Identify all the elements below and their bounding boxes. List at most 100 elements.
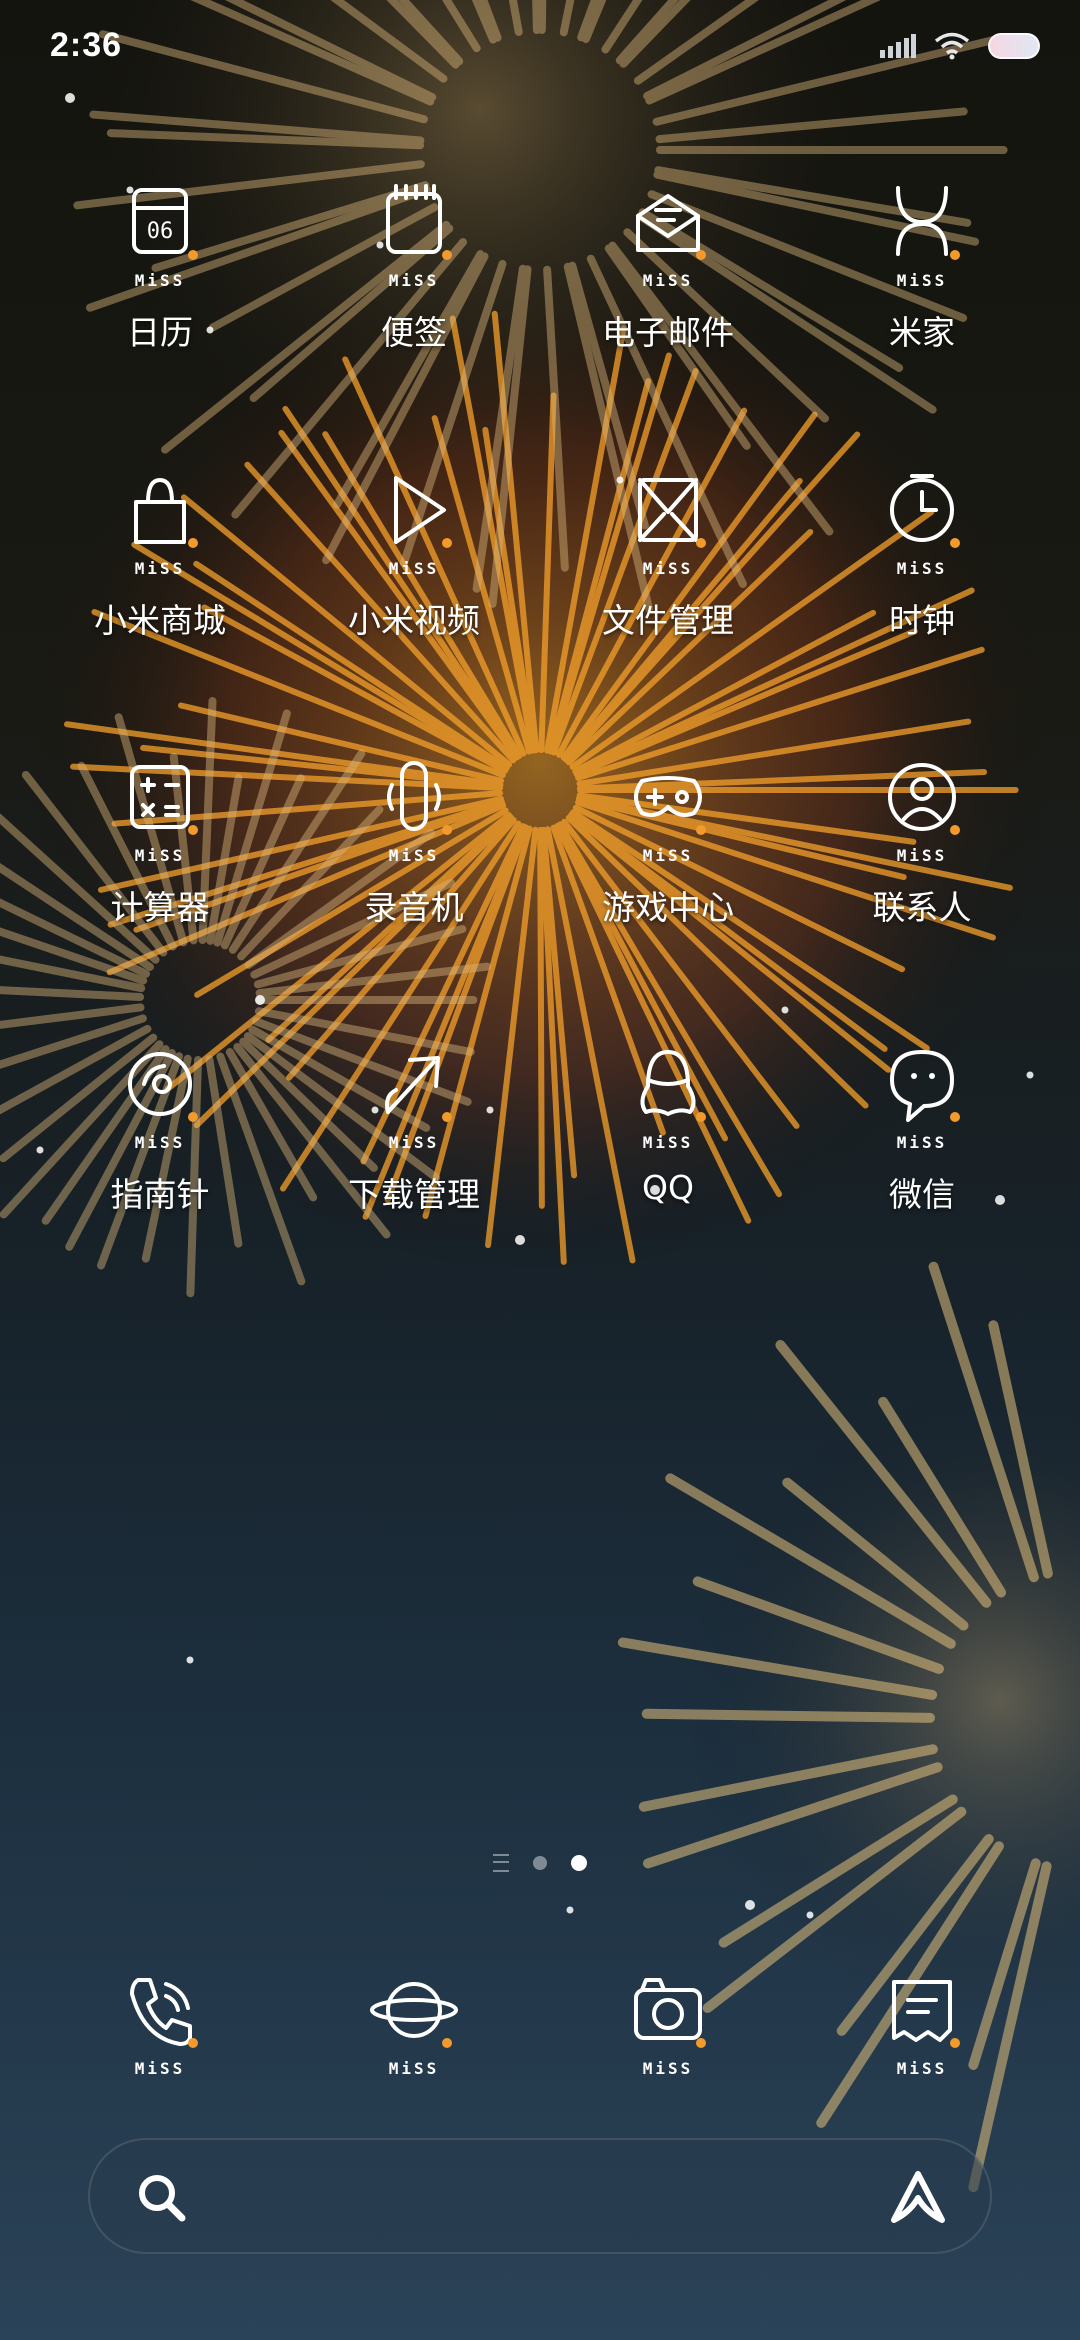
app-label: 米家	[889, 313, 955, 352]
theme-badge: MiSS	[896, 271, 948, 290]
accent-dot	[950, 250, 960, 260]
app-icon-wrap: MiSS	[608, 1032, 728, 1152]
app-download-arrow[interactable]: MiSS 下载管理	[287, 1032, 541, 1216]
signal-icon	[880, 34, 916, 58]
theme-badge: MiSS	[642, 2059, 694, 2078]
page-dot-2[interactable]	[571, 1855, 587, 1871]
accent-dot	[188, 825, 198, 835]
theme-badge: MiSS	[642, 559, 694, 578]
app-label: 下载管理	[348, 1175, 480, 1214]
theme-badge: MiSS	[134, 271, 186, 290]
app-calendar[interactable]: 06 MiSS 日历	[33, 170, 287, 354]
app-icon-wrap: MiSS	[608, 1958, 728, 2078]
app-notes[interactable]: MiSS 便签	[287, 170, 541, 354]
app-icon-wrap: MiSS	[862, 458, 982, 578]
theme-badge: MiSS	[896, 1133, 948, 1152]
app-label: 游戏中心	[602, 888, 734, 927]
dock-messages[interactable]: MiSS	[795, 1958, 1049, 2078]
search-bar[interactable]	[88, 2138, 992, 2254]
app-icon-wrap: MiSS	[862, 170, 982, 290]
theme-badge: MiSS	[388, 559, 440, 578]
app-label: 日历	[127, 313, 193, 352]
accent-dot	[950, 2038, 960, 2048]
app-mijia[interactable]: MiSS 米家	[795, 170, 1049, 354]
accent-dot	[950, 1112, 960, 1122]
theme-badge: MiSS	[896, 846, 948, 865]
theme-badge: MiSS	[134, 1133, 186, 1152]
app-compass[interactable]: MiSS 指南针	[33, 1032, 287, 1216]
accent-dot	[696, 538, 706, 548]
app-clock[interactable]: MiSS 时钟	[795, 458, 1049, 642]
theme-badge: MiSS	[388, 2059, 440, 2078]
accent-dot	[442, 538, 452, 548]
status-bar: 2:36	[0, 0, 1080, 100]
theme-badge: MiSS	[642, 1133, 694, 1152]
app-gamepad[interactable]: MiSS 游戏中心	[541, 745, 795, 929]
app-file-envelope[interactable]: MiSS 文件管理	[541, 458, 795, 642]
svg-text:06: 06	[147, 219, 174, 244]
accent-dot	[188, 250, 198, 260]
app-drawer-indicator-icon[interactable]	[493, 1854, 509, 1872]
page-indicator[interactable]	[0, 1854, 1080, 1872]
assistant-icon[interactable]	[886, 2166, 950, 2230]
theme-badge: MiSS	[388, 846, 440, 865]
app-icon-wrap: MiSS	[862, 745, 982, 865]
accent-dot	[696, 250, 706, 260]
search-icon[interactable]	[134, 2170, 190, 2226]
accent-dot	[950, 538, 960, 548]
app-icon-wrap: MiSS	[608, 170, 728, 290]
app-label: QQ	[642, 1168, 694, 1207]
app-icon-wrap: MiSS	[100, 745, 220, 865]
accent-dot	[696, 2038, 706, 2048]
app-icon-wrap: MiSS	[100, 1032, 220, 1152]
theme-badge: MiSS	[388, 1133, 440, 1152]
app-icon-wrap: 06 MiSS	[100, 170, 220, 290]
accent-dot	[696, 825, 706, 835]
app-label: 时钟	[889, 601, 955, 640]
app-recorder[interactable]: MiSS 录音机	[287, 745, 541, 929]
theme-badge: MiSS	[642, 271, 694, 290]
theme-badge: MiSS	[642, 846, 694, 865]
app-contact[interactable]: MiSS 联系人	[795, 745, 1049, 929]
app-label: 联系人	[872, 888, 972, 927]
app-email[interactable]: MiSS 电子邮件	[541, 170, 795, 354]
app-label: 小米商城	[94, 601, 226, 640]
accent-dot	[442, 1112, 452, 1122]
app-wechat-bubble[interactable]: MiSS 微信	[795, 1032, 1049, 1216]
page-dot-1[interactable]	[533, 1856, 547, 1870]
dock-camera[interactable]: MiSS	[541, 1958, 795, 2078]
app-shopping-bag[interactable]: MiSS 小米商城	[33, 458, 287, 642]
accent-dot	[188, 1112, 198, 1122]
app-icon-wrap: MiSS	[354, 170, 474, 290]
accent-dot	[188, 538, 198, 548]
app-label: 电子邮件	[602, 313, 734, 352]
accent-dot	[442, 2038, 452, 2048]
theme-badge: MiSS	[388, 271, 440, 290]
app-label: 计算器	[110, 888, 210, 927]
app-calculator[interactable]: MiSS 计算器	[33, 745, 287, 929]
accent-dot	[950, 825, 960, 835]
app-icon-wrap: MiSS	[100, 1958, 220, 2078]
accent-dot	[188, 2038, 198, 2048]
battery-icon	[988, 33, 1040, 59]
app-icon-wrap: MiSS	[100, 458, 220, 578]
app-icon-wrap: MiSS	[608, 458, 728, 578]
app-play[interactable]: MiSS 小米视频	[287, 458, 541, 642]
theme-badge: MiSS	[896, 2059, 948, 2078]
theme-badge: MiSS	[134, 846, 186, 865]
theme-badge: MiSS	[896, 559, 948, 578]
app-qq-penguin[interactable]: MiSS QQ	[541, 1032, 795, 1207]
app-icon-wrap: MiSS	[354, 1958, 474, 2078]
app-label: 便签	[381, 313, 447, 352]
app-icon-wrap: MiSS	[862, 1958, 982, 2078]
app-icon-wrap: MiSS	[608, 745, 728, 865]
app-icon-wrap: MiSS	[862, 1032, 982, 1152]
accent-dot	[696, 1112, 706, 1122]
app-icon-wrap: MiSS	[354, 745, 474, 865]
dock-phone[interactable]: MiSS	[33, 1958, 287, 2078]
app-label: 录音机	[364, 888, 464, 927]
dock-browser-planet[interactable]: MiSS	[287, 1958, 541, 2078]
app-label: 小米视频	[348, 601, 480, 640]
theme-badge: MiSS	[134, 2059, 186, 2078]
accent-dot	[442, 250, 452, 260]
